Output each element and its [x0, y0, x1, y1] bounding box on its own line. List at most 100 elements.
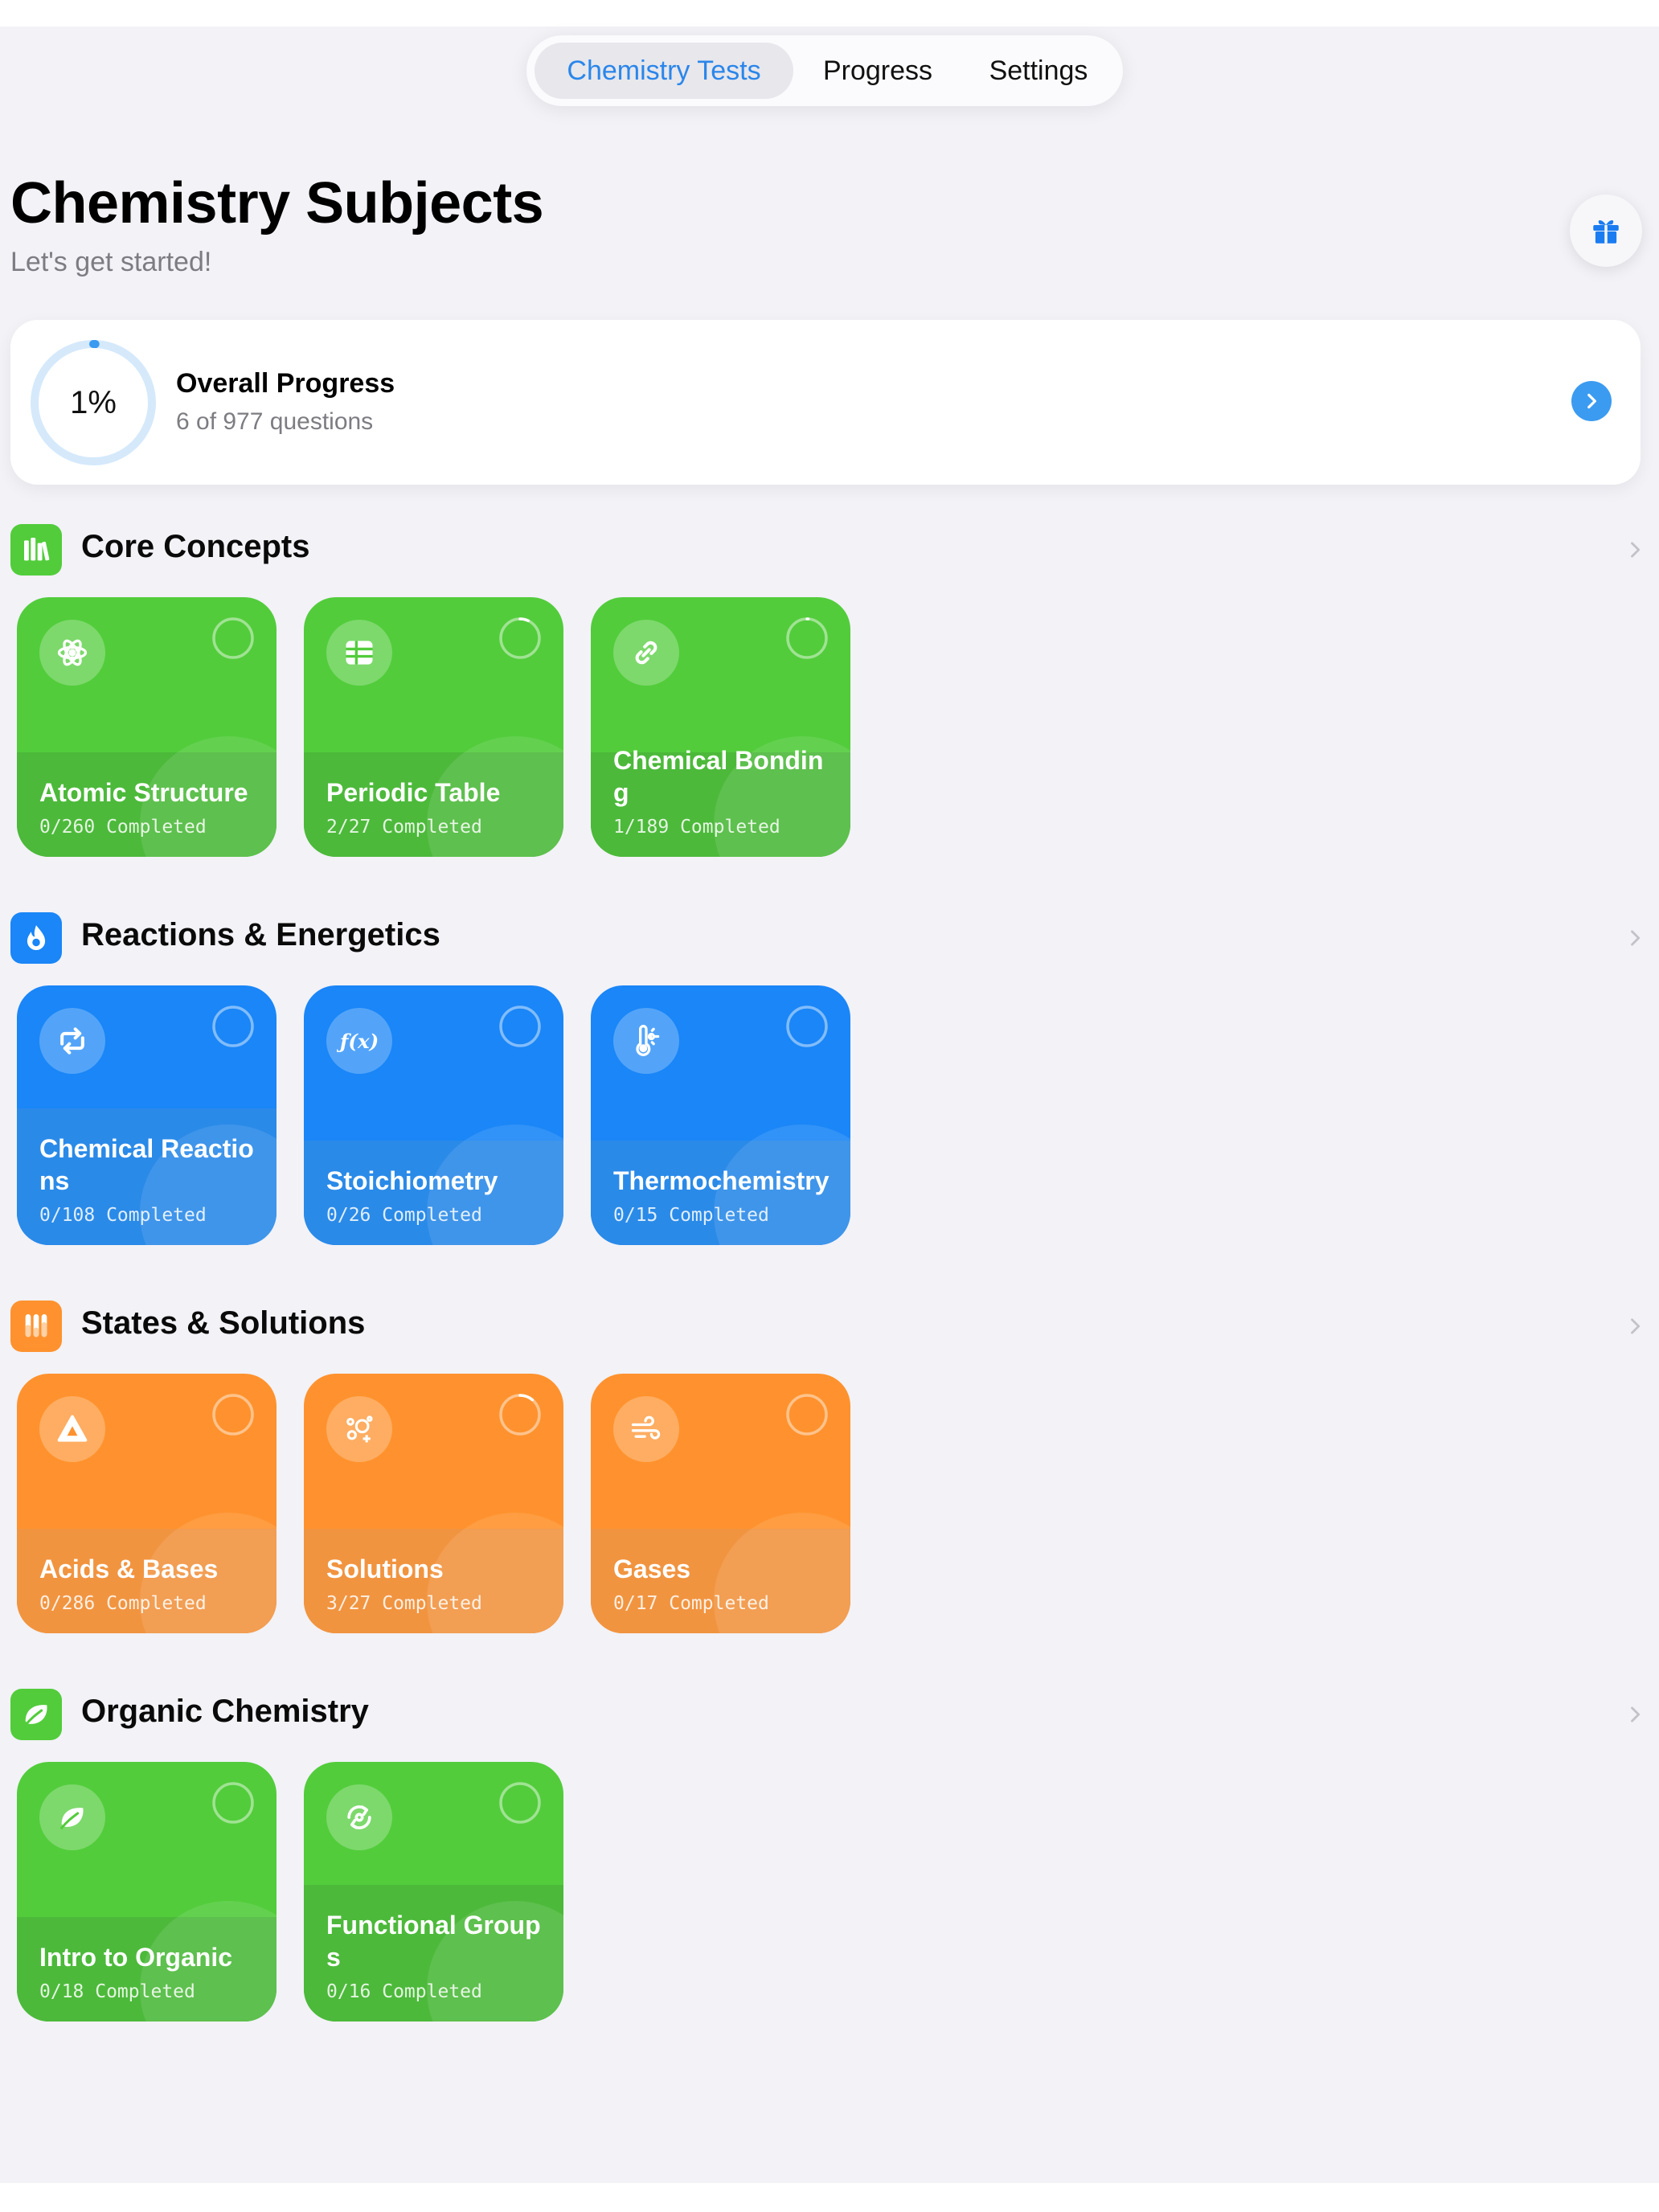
cycle-icon [347, 1805, 371, 1829]
subject-card[interactable]: Functional Groups 0/16 Completed [304, 1762, 563, 2022]
card-completed-count: 0/15 Completed [613, 1205, 769, 1226]
bubbles-icon [346, 1415, 373, 1443]
card-progress-ring [212, 617, 254, 659]
section-chevron[interactable] [1624, 1703, 1646, 1726]
overall-progress-title: Overall Progress [176, 368, 395, 399]
card-title: Functional Groups [326, 1911, 541, 1972]
card-completed-count: 0/26 Completed [326, 1205, 482, 1226]
card-progress-ring [212, 1782, 254, 1824]
subject-card[interactable]: Acids & Bases 0/286 Completed [17, 1374, 276, 1633]
card-title: Atomic Structure [39, 778, 248, 807]
card-icon-badge [613, 1008, 679, 1074]
card-title: Stoichiometry [326, 1166, 498, 1195]
card-icon-badge [39, 620, 105, 686]
section-states-solutions: States & Solutions Acids & Bases 0/286 Com… [0, 1291, 1659, 1669]
grid-icon [346, 641, 373, 665]
card-completed-count: 0/108 Completed [39, 1205, 207, 1226]
section-title: Organic Chemistry [81, 1694, 369, 1729]
card-completed-count: 0/286 Completed [39, 1593, 207, 1614]
section-core-concepts: Core Concepts Atomic Structure 0/260 Compl… [0, 514, 1659, 892]
section-icon [10, 912, 62, 964]
card-title: Acids & Bases [39, 1555, 219, 1583]
card-icon-badge: ƒ(x) [326, 1008, 392, 1074]
card-progress-ring [786, 617, 828, 659]
bottom-area [0, 2183, 1659, 2212]
link-icon [635, 641, 657, 665]
gift-icon [1593, 219, 1619, 244]
chevron-right-icon [1587, 393, 1596, 409]
card-icon-badge [326, 1784, 392, 1850]
leaf-icon [24, 1705, 47, 1727]
card-completed-count: 0/16 Completed [326, 1981, 482, 2002]
tab-settings[interactable]: Settings [962, 43, 1115, 99]
section-title: Reactions & Energetics [81, 917, 440, 952]
section-chevron[interactable] [1624, 539, 1646, 561]
card-title: Gases [613, 1555, 691, 1583]
section-chevron[interactable] [1624, 1315, 1646, 1337]
wind-icon [631, 1415, 661, 1440]
card-completed-count: 1/189 Completed [613, 817, 780, 838]
card-progress-ring [212, 1006, 254, 1047]
card-progress-ring [499, 1394, 541, 1436]
tab-bar: Chemistry Tests Progress Settings [526, 35, 1123, 106]
section-chevron[interactable] [1624, 927, 1646, 949]
status-bar-area [0, 0, 1659, 27]
subject-card[interactable]: Chemical Bonding 1/189 Completed [591, 597, 850, 857]
section-title: Core Concepts [81, 529, 310, 564]
tab-chemistry-tests[interactable]: Chemistry Tests [535, 43, 793, 99]
section-icon [10, 1301, 62, 1352]
subject-card[interactable]: ƒ(x) Stoichiometry 0/26 Completed [304, 985, 563, 1245]
subject-card[interactable]: Atomic Structure 0/260 Completed [17, 597, 276, 857]
card-icon-badge [613, 1396, 679, 1462]
section-icon [10, 524, 62, 576]
card-icon-badge [326, 620, 392, 686]
test-tubes-icon [25, 1314, 47, 1337]
function-icon: ƒ(x) [337, 1030, 379, 1053]
chevron-right-icon [1631, 542, 1641, 558]
overall-progress-chevron[interactable] [1571, 381, 1612, 421]
card-icon-badge [39, 1396, 105, 1462]
books-icon [24, 538, 50, 561]
card-icon-badge [326, 1396, 392, 1462]
triangle-icon [57, 1415, 88, 1442]
card-icon-badge [613, 620, 679, 686]
card-completed-count: 0/18 Completed [39, 1981, 195, 2002]
leaf-icon [60, 1808, 84, 1829]
chevron-right-icon [1631, 1706, 1641, 1722]
subject-card[interactable]: Gases 0/17 Completed [591, 1374, 850, 1633]
card-title: Chemical Bonding [613, 746, 824, 807]
subject-card[interactable]: Thermochemistry 0/15 Completed [591, 985, 850, 1245]
section-reactions-energetics: Reactions & Energetics Chemical Reactions… [0, 903, 1659, 1280]
svg-text:ƒ(x): ƒ(x) [337, 1030, 379, 1053]
card-progress-ring [499, 617, 541, 659]
subject-card[interactable]: Intro to Organic 0/18 Completed [17, 1762, 276, 2022]
subject-card[interactable]: Periodic Table 2/27 Completed [304, 597, 563, 857]
card-icon-badge [39, 1008, 105, 1074]
page-title: Chemistry Subjects [10, 171, 544, 236]
page-subtitle: Let's get started! [10, 247, 212, 277]
overall-progress-subtitle: 6 of 977 questions [176, 408, 374, 435]
card-completed-count: 0/260 Completed [39, 817, 207, 838]
card-completed-count: 0/17 Completed [613, 1593, 769, 1614]
subject-card[interactable]: Solutions 3/27 Completed [304, 1374, 563, 1633]
subject-card[interactable]: Chemical Reactions 0/108 Completed [17, 985, 276, 1245]
card-icon-badge [39, 1784, 105, 1850]
thermometer-icon [636, 1025, 660, 1056]
card-completed-count: 2/27 Completed [326, 817, 482, 838]
card-progress-ring [786, 1006, 828, 1047]
atom-icon [57, 639, 88, 666]
card-title: Intro to Organic [39, 1943, 232, 1972]
overall-progress-card[interactable]: 1% Overall Progress 6 of 977 questions [10, 320, 1641, 485]
repeat-icon [60, 1027, 84, 1055]
flame-icon [27, 925, 46, 951]
gift-button[interactable] [1570, 195, 1642, 267]
card-title: Chemical Reactions [39, 1134, 254, 1195]
overall-percent: 1% [70, 384, 117, 420]
chevron-right-icon [1631, 930, 1641, 946]
chevron-right-icon [1631, 1318, 1641, 1334]
tab-progress[interactable]: Progress [793, 43, 962, 99]
section-icon [10, 1689, 62, 1740]
section-title: States & Solutions [81, 1305, 366, 1341]
card-progress-ring [499, 1782, 541, 1824]
card-title: Periodic Table [326, 778, 501, 807]
